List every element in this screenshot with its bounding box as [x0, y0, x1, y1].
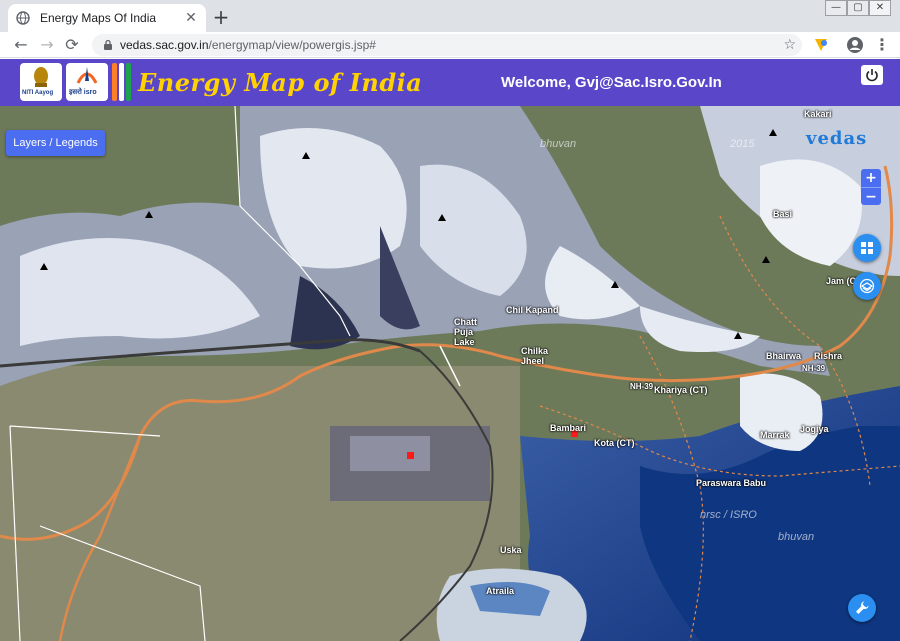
place-label-chilka-jheel: Chilka Jheel [521, 346, 549, 366]
place-label-bambari: Bambari [550, 423, 587, 433]
map-canvas[interactable]: bhuvan 2015 nrsc / ISRO bhuvan vedas Kak… [0, 106, 900, 641]
niti-aayog-logo: NITI Aayog [20, 63, 62, 101]
tools-button[interactable] [848, 594, 876, 622]
layers-toggle-button[interactable] [853, 272, 881, 300]
bhuvan-watermark-2: bhuvan [778, 531, 815, 543]
place-label-rishra: Rishra [814, 351, 843, 361]
place-label-chatt-puja-lake: Chatt Puja Lake [454, 317, 477, 347]
place-label-marrak: Marrak [760, 430, 790, 440]
niti-label: NITI Aayog [22, 90, 54, 96]
extension-icon[interactable] [812, 36, 830, 54]
browser-toolbar: ← → ⟳ vedas.sac.gov.in/energymap/view/po… [0, 32, 900, 58]
place-label-bhairwa: Bhairwa [766, 351, 802, 361]
place-label-jogiya: Jogiya [800, 424, 829, 434]
new-tab-button[interactable]: + [212, 7, 230, 27]
welcome-text: Welcome, Gvj@Sac.Isro.Gov.In [501, 74, 722, 91]
globe-icon [16, 11, 30, 25]
browser-menu-icon[interactable]: ⋮ [874, 36, 890, 54]
profile-icon[interactable] [846, 36, 864, 54]
place-label-paraswara-babu: Paraswara Babu [696, 478, 767, 488]
basemap-grid-button[interactable] [853, 234, 881, 262]
reload-button[interactable]: ⟳ [63, 36, 81, 54]
vedas-logo: vedas [806, 128, 868, 149]
app-title: Energy Map of India [138, 68, 423, 97]
place-label-uska: Uska [500, 545, 522, 555]
zoom-control: + − [861, 169, 881, 205]
white-bar [119, 63, 124, 101]
window-maximize-button[interactable]: ▢ [847, 0, 869, 16]
place-label-chil-kapand: Chil Kapand [506, 305, 559, 315]
place-label-kakari: Kakari [804, 109, 832, 119]
layers-icon [859, 278, 875, 294]
url-path: /energymap/view/powergis.jsp# [208, 38, 376, 52]
saffron-bar [112, 63, 117, 101]
tab-close-icon[interactable]: ✕ [184, 11, 198, 25]
grid-icon [861, 242, 873, 254]
window-close-button[interactable]: ✕ [869, 0, 891, 16]
power-icon [866, 69, 878, 82]
isro-label: इसरो isro [69, 89, 97, 96]
browser-tab-bar: Energy Maps Of India ✕ + — ▢ ✕ [0, 0, 900, 32]
place-label-khariya: Khariya (CT) [654, 385, 708, 395]
url-text: vedas.sac.gov.in/energymap/view/powergis… [120, 38, 376, 52]
bookmark-star-icon[interactable]: ☆ [783, 37, 796, 53]
forward-button[interactable]: → [38, 36, 56, 54]
green-bar [126, 63, 131, 101]
back-button[interactable]: ← [12, 36, 30, 54]
nrsc-watermark: nrsc / ISRO [700, 509, 757, 521]
address-bar[interactable]: vedas.sac.gov.in/energymap/view/powergis… [92, 34, 802, 56]
zoom-in-button[interactable]: + [861, 169, 881, 187]
place-label-basi: Basi [773, 209, 793, 219]
app-header: NITI Aayog इसरो isro Energy Map of India… [0, 59, 900, 106]
place-label-atraila: Atraila [486, 586, 515, 596]
place-label-kota: Kota (CT) [594, 438, 635, 448]
satellite-imagery [0, 106, 900, 641]
isro-logo: इसरो isro [66, 63, 108, 101]
window-minimize-button[interactable]: — [825, 0, 847, 16]
tricolor-bars [112, 63, 134, 101]
browser-tab[interactable]: Energy Maps Of India ✕ [8, 4, 206, 32]
zoom-out-button[interactable]: − [861, 187, 881, 205]
highway-label-nh39-right: NH-39 [802, 364, 826, 373]
layers-legends-button[interactable]: Layers / Legends [6, 130, 105, 156]
lock-icon [104, 39, 112, 50]
wrench-icon [856, 601, 869, 614]
bhuvan-watermark: bhuvan [540, 138, 577, 150]
highway-label-nh39-left: NH-39 [630, 382, 654, 391]
url-host: vedas.sac.gov.in [120, 38, 209, 52]
logout-button[interactable] [861, 65, 883, 85]
year-watermark: 2015 [730, 138, 755, 150]
tab-title: Energy Maps Of India [40, 11, 157, 25]
